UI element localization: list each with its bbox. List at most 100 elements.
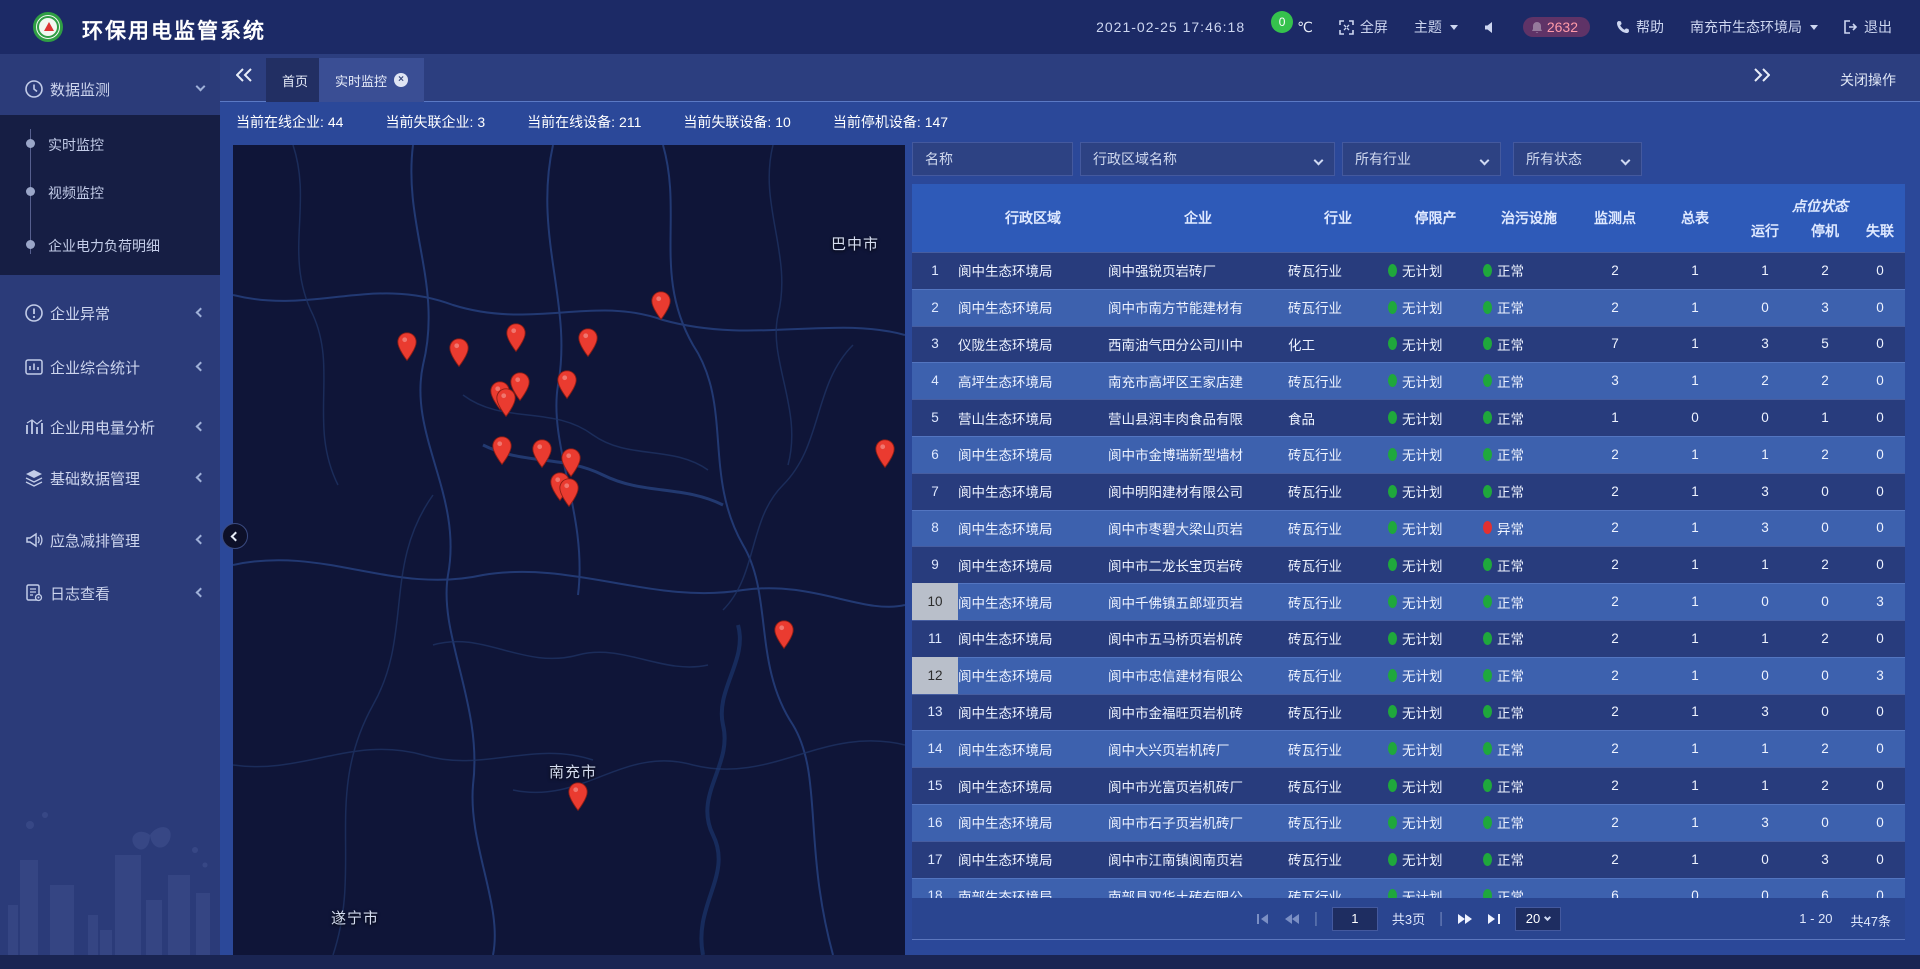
cell-facility: 正常: [1483, 326, 1575, 363]
table-row[interactable]: 7阆中生态环境局阆中明阳建材有限公司砖瓦行业无计划正常21300: [912, 473, 1905, 510]
map-marker-pin-icon[interactable]: [558, 478, 580, 508]
map-marker-pin-icon[interactable]: [505, 323, 527, 353]
table-row[interactable]: 13阆中生态环境局阆中市金福旺页岩机砖砖瓦行业无计划正常21300: [912, 694, 1905, 731]
phone-icon: [1616, 20, 1630, 34]
cell-meter: 1: [1655, 289, 1735, 326]
industry-select[interactable]: 所有行业: [1342, 142, 1501, 176]
map-panel[interactable]: 巴中市南充市遂宁市: [233, 145, 905, 955]
cell-company: 阆中强锐页岩砖厂: [1108, 252, 1288, 289]
cell-monitor: 2: [1575, 804, 1655, 841]
speaker-icon: [1484, 21, 1497, 34]
cell-monitor: 2: [1575, 657, 1655, 694]
map-collapse-button[interactable]: [222, 523, 248, 549]
cell-monitor: 2: [1575, 289, 1655, 326]
map-marker-pin-icon[interactable]: [396, 332, 418, 362]
map-marker-pin-icon[interactable]: [448, 338, 470, 368]
status-dot-icon: [1388, 632, 1397, 645]
status-dot-icon: [1388, 669, 1397, 682]
speaker-button[interactable]: [1484, 21, 1497, 34]
map-marker-pin-icon[interactable]: [531, 439, 553, 469]
cell-stopped: 2: [1795, 362, 1855, 399]
tab-home[interactable]: 首页: [266, 58, 324, 102]
map-marker-pin-icon[interactable]: [773, 620, 795, 650]
page-size-select[interactable]: 20: [1515, 907, 1561, 931]
cell-company: 阆中市南方节能建材有: [1108, 289, 1288, 326]
sidebar-item-basic-data[interactable]: 基础数据管理: [0, 461, 220, 495]
status-dot-icon: [1388, 301, 1397, 314]
close-operations-button[interactable]: 关闭操作: [1840, 70, 1896, 90]
status-select[interactable]: 所有状态: [1513, 142, 1642, 176]
page-number-input[interactable]: 1: [1332, 907, 1378, 931]
table-row[interactable]: 1阆中生态环境局阆中强锐页岩砖厂砖瓦行业无计划正常21120: [912, 252, 1905, 289]
sidebar-item-realtime-monitoring[interactable]: 实时监控: [0, 130, 220, 158]
map-marker-pin-icon[interactable]: [577, 328, 599, 358]
sidebar-item-power-analysis[interactable]: 企业用电量分析: [0, 410, 220, 444]
cell-region: 阆中生态环境局: [958, 252, 1108, 289]
theme-dropdown[interactable]: 主题: [1414, 17, 1458, 37]
cell-facility: 正常: [1483, 804, 1575, 841]
fullscreen-button[interactable]: 全屏: [1339, 17, 1388, 37]
cell-monitor: 2: [1575, 546, 1655, 583]
cell-production: 无计划: [1388, 841, 1483, 878]
sidebar-item-power-load-detail[interactable]: 企业电力负荷明细: [0, 231, 220, 259]
cell-index: 16: [912, 804, 958, 841]
first-page-button[interactable]: [1256, 913, 1270, 925]
cell-index: 1: [912, 252, 958, 289]
region-select[interactable]: 行政区域名称: [1080, 142, 1335, 176]
sidebar-item-company-abnormal[interactable]: 企业异常: [0, 296, 220, 330]
table-row[interactable]: 5营山生态环境局营山县润丰肉食品有限食品无计划正常10010: [912, 399, 1905, 436]
table-row[interactable]: 9阆中生态环境局阆中市二龙长宝页岩砖砖瓦行业无计划正常21120: [912, 546, 1905, 583]
status-dot-icon: [1388, 816, 1397, 829]
map-marker-pin-icon[interactable]: [874, 439, 896, 469]
next-page-button[interactable]: [1457, 913, 1473, 925]
table-row[interactable]: 16阆中生态环境局阆中市石子页岩机砖厂砖瓦行业无计划正常21300: [912, 804, 1905, 841]
tabs-scroll-right-button[interactable]: [1754, 68, 1770, 82]
tab-close-icon[interactable]: ×: [394, 73, 408, 87]
map-marker-pin-icon[interactable]: [556, 370, 578, 400]
pager-divider: |: [1314, 910, 1318, 927]
cell-facility: 正常: [1483, 841, 1575, 878]
name-search-input[interactable]: [912, 142, 1073, 176]
table-row[interactable]: 8阆中生态环境局阆中市枣碧大梁山页岩砖瓦行业无计划异常21300: [912, 510, 1905, 547]
status-dot-icon: [1483, 264, 1492, 277]
stat-online-companies: 当前在线企业:44: [236, 112, 343, 132]
cell-production: 无计划: [1388, 767, 1483, 804]
table-row[interactable]: 14阆中生态环境局阆中大兴页岩机砖厂砖瓦行业无计划正常21120: [912, 730, 1905, 767]
notification-badge[interactable]: 2632: [1523, 17, 1590, 37]
sidebar-item-company-statistics[interactable]: 企业综合统计: [0, 350, 220, 384]
cell-industry: 砖瓦行业: [1288, 436, 1388, 473]
tab-realtime-monitoring[interactable]: 实时监控 ×: [319, 58, 424, 102]
sidebar-item-data-monitoring[interactable]: 数据监测: [0, 72, 220, 106]
city-skyline-decoration: [0, 805, 220, 955]
sidebar-item-video-monitoring[interactable]: 视频监控: [0, 178, 220, 206]
sidebar-item-emergency-reduction[interactable]: 应急减排管理: [0, 523, 220, 557]
table-row[interactable]: 2阆中生态环境局阆中市南方节能建材有砖瓦行业无计划正常21030: [912, 289, 1905, 326]
sidebar-item-log-view[interactable]: 日志查看: [0, 576, 220, 610]
help-button[interactable]: 帮助: [1616, 17, 1664, 37]
table-row[interactable]: 15阆中生态环境局阆中市光富页岩机砖厂砖瓦行业无计划正常21120: [912, 767, 1905, 804]
cell-meter: 1: [1655, 804, 1735, 841]
table-row[interactable]: 3仪陇生态环境局西南油气田分公司川中化工无计划正常71350: [912, 326, 1905, 363]
org-dropdown[interactable]: 南充市生态环境局: [1690, 17, 1818, 37]
tabs-scroll-left-button[interactable]: [236, 68, 252, 82]
map-marker-pin-icon[interactable]: [650, 291, 672, 321]
logout-button[interactable]: 退出: [1844, 17, 1892, 37]
table-row[interactable]: 12阆中生态环境局阆中市忠信建材有限公砖瓦行业无计划正常21003: [912, 657, 1905, 694]
table-row[interactable]: 4高坪生态环境局南充市高坪区王家店建砖瓦行业无计划正常31220: [912, 362, 1905, 399]
table-row[interactable]: 17阆中生态环境局阆中市江南镇阆南页岩砖瓦行业无计划正常21030: [912, 841, 1905, 878]
cell-facility: 正常: [1483, 252, 1575, 289]
status-dot-icon: [1388, 558, 1397, 571]
pager-divider: |: [1439, 910, 1443, 927]
table-row[interactable]: 18南部生态环境局南部县双华土砖有限公砖瓦行业无计划正常60060: [912, 878, 1905, 898]
chevron-down-icon: [1621, 156, 1631, 166]
map-marker-pin-icon[interactable]: [495, 388, 517, 418]
table-row[interactable]: 6阆中生态环境局阆中市金博瑞新型墙材砖瓦行业无计划正常21120: [912, 436, 1905, 473]
last-page-button[interactable]: [1487, 913, 1501, 925]
alert-circle-icon: [24, 303, 44, 323]
table-row[interactable]: 10阆中生态环境局阆中千佛镇五郎垭页岩砖瓦行业无计划正常21003: [912, 583, 1905, 620]
map-marker-pin-icon[interactable]: [491, 436, 513, 466]
table-row[interactable]: 11阆中生态环境局阆中市五马桥页岩机砖砖瓦行业无计划正常21120: [912, 620, 1905, 657]
map-marker-pin-icon[interactable]: [567, 782, 589, 812]
record-total-label: 共47条: [1851, 911, 1891, 930]
prev-page-button[interactable]: [1284, 913, 1300, 925]
